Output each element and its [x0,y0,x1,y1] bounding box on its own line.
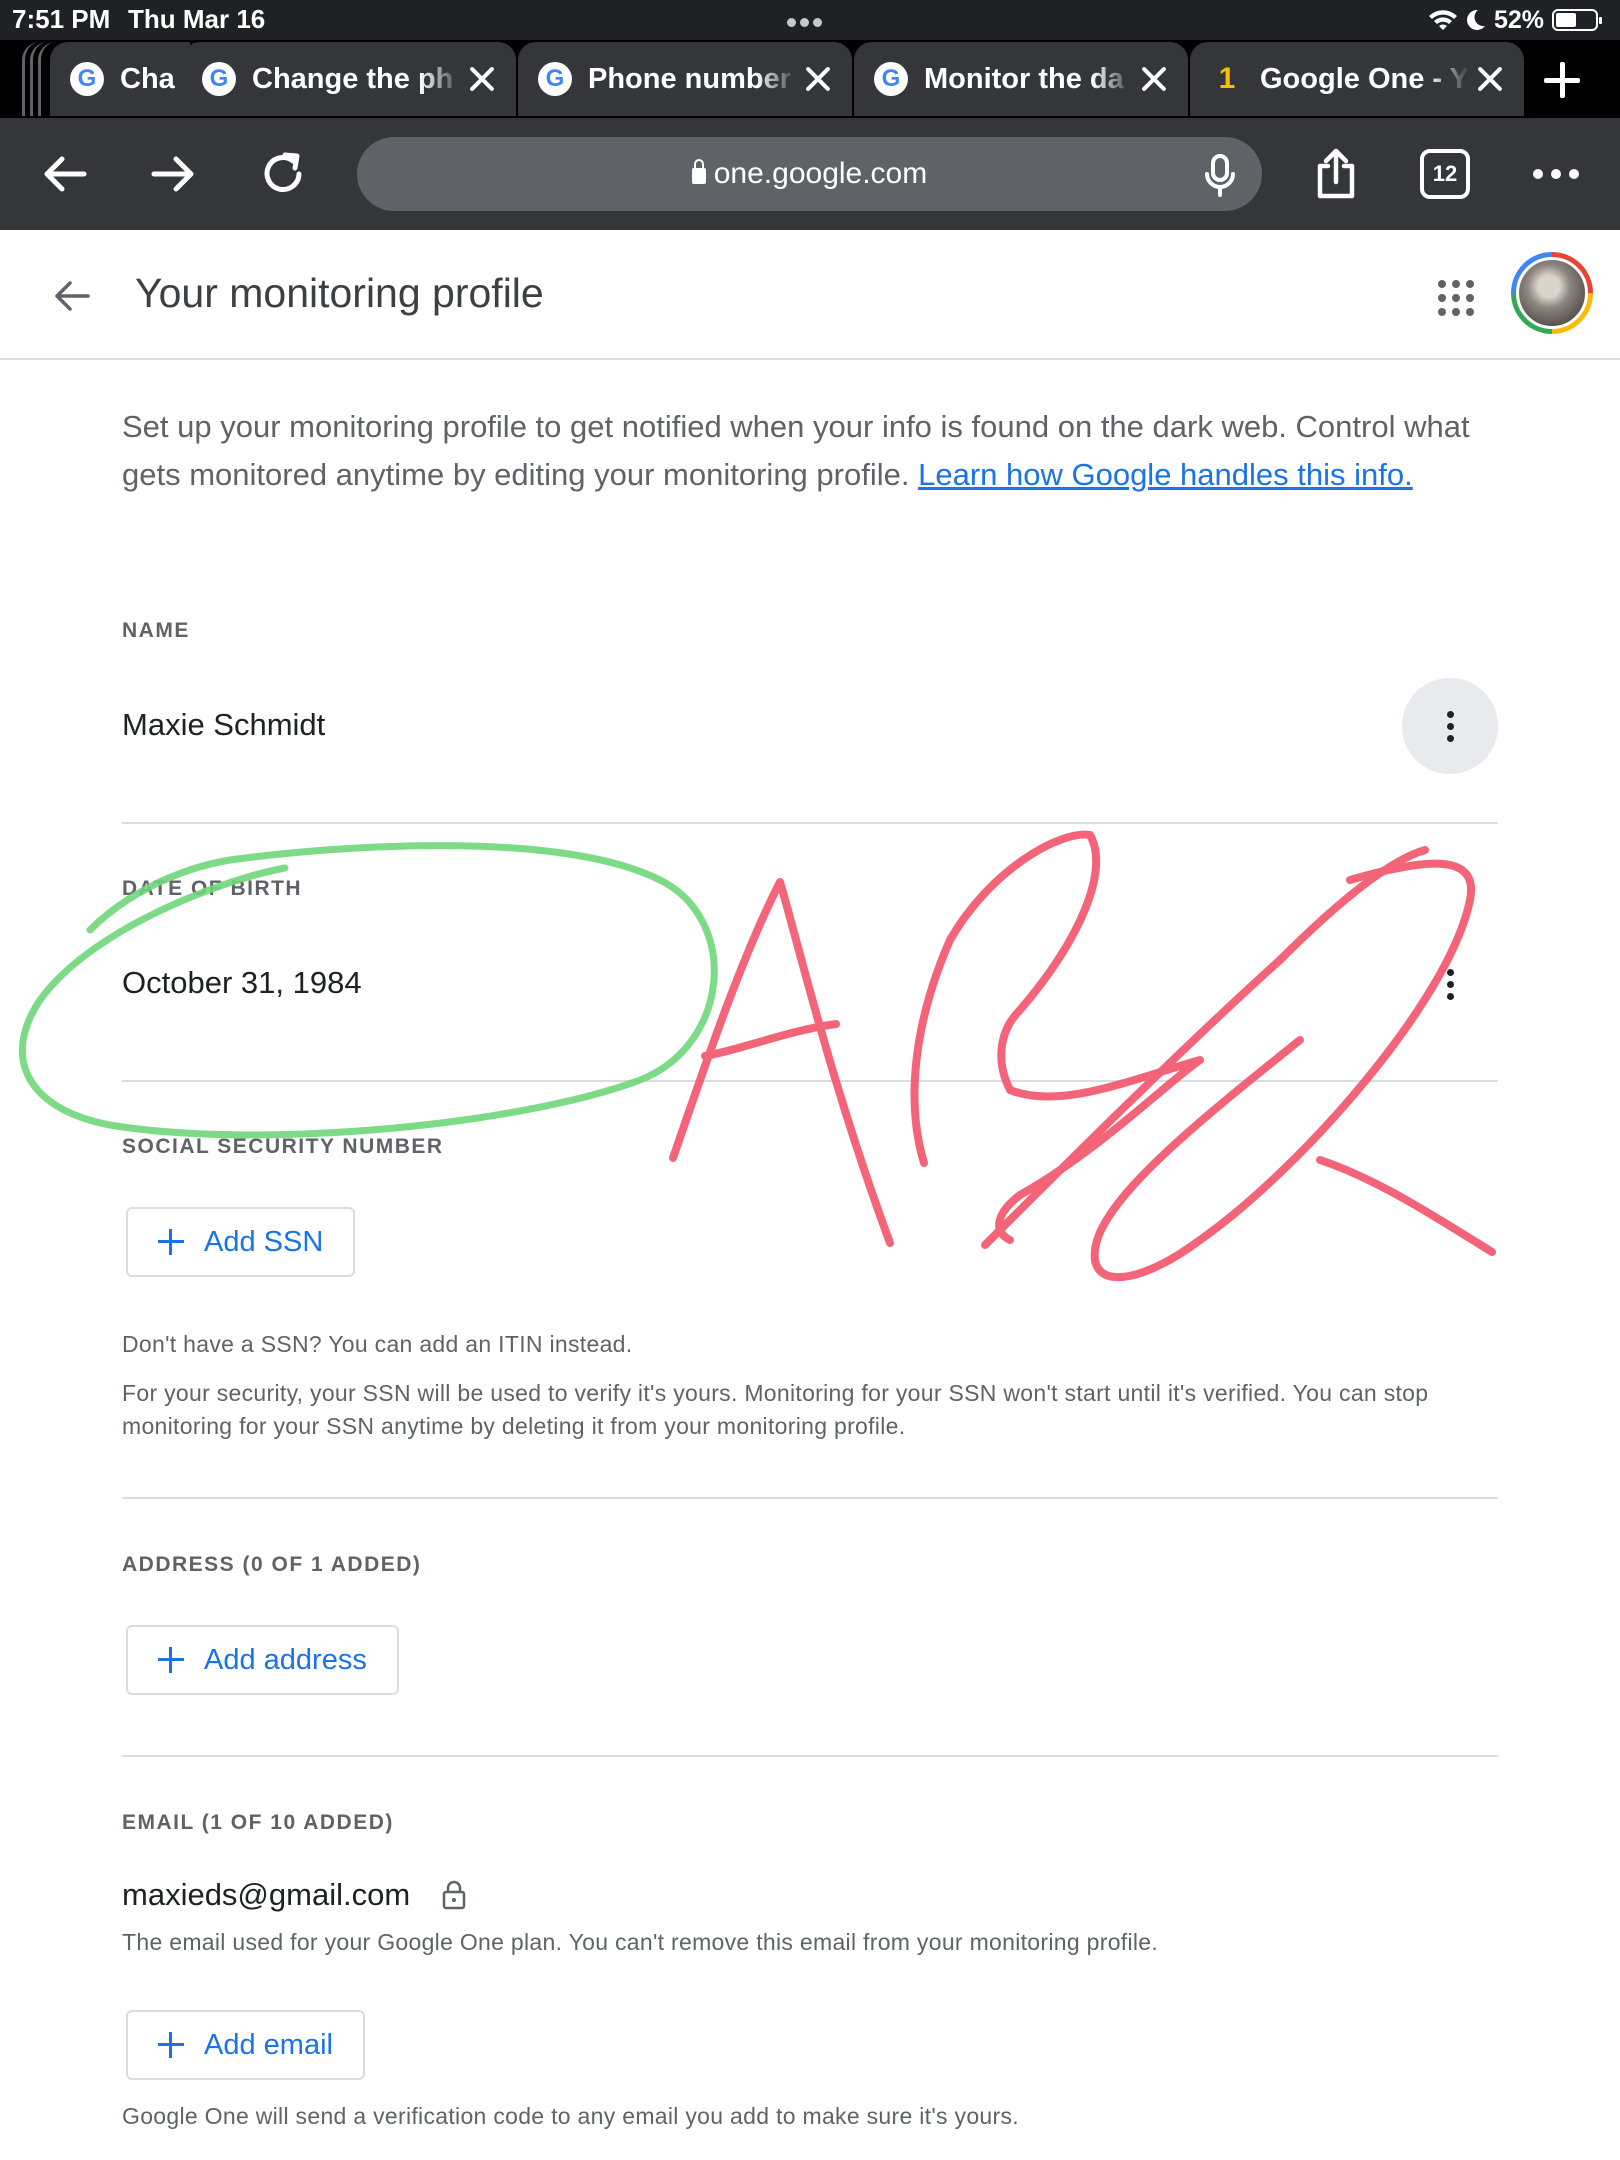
share-icon[interactable] [1308,146,1364,202]
name-value: Maxie Schmidt [122,707,326,742]
dob-value: October 31, 1984 [122,965,362,1000]
new-tab-button[interactable] [1540,58,1588,102]
apps-grid-icon[interactable] [1438,280,1474,316]
moon-icon [1466,9,1485,30]
back-arrow-icon[interactable] [36,146,92,202]
microphone-icon[interactable] [1200,153,1240,197]
ssn-label: SOCIAL SECURITY NUMBER [122,1135,444,1158]
tab-4[interactable]: G Monitor the da [854,42,1188,116]
close-tab-icon[interactable] [798,59,838,99]
red-scribble-annotation [669,830,1496,1282]
lock-icon [691,159,706,184]
forward-arrow-icon[interactable] [146,146,202,202]
plus-icon [158,1229,184,1255]
email-note: The email used for your Google One plan.… [122,1929,1159,1955]
divider [122,1755,1498,1757]
add-address-label: Add address [204,1643,367,1676]
battery-icon [1552,9,1602,31]
close-tab-icon[interactable] [1134,59,1174,99]
tab-2[interactable]: G Change the ph [182,42,516,116]
email-label: EMAIL (1 OF 10 ADDED) [122,1811,394,1834]
email-value: maxieds@gmail.com [122,1877,411,1912]
plus-icon [158,2032,184,2058]
divider [122,1497,1498,1499]
itin-note: Don't have a SSN? You can add an ITIN in… [122,1331,633,1357]
avatar[interactable] [1511,252,1593,334]
multitasking-dots-icon[interactable] [787,14,832,27]
wifi-icon [1428,10,1457,30]
name-more-icon[interactable] [1402,678,1498,774]
email-verify-note: Google One will send a verification code… [122,2103,1019,2129]
google-g-icon: G [202,62,236,96]
divider [122,1080,1498,1082]
app-header: Your monitoring profile [0,230,1620,360]
plus-icon [158,1647,184,1673]
add-ssn-button[interactable]: Add SSN [126,1207,356,1277]
google-one-icon: 1 [1218,62,1236,95]
more-options-icon[interactable] [1528,146,1584,202]
tab-1[interactable]: G Cha [50,42,190,116]
add-email-label: Add email [204,2028,333,2061]
browser-toolbar: one.google.com 12 [0,118,1620,230]
add-email-button[interactable]: Add email [126,2010,365,2080]
ssn-security-note: For your security, your SSN will be used… [122,1380,1429,1439]
learn-more-link[interactable]: Learn how Google handles this info. [918,457,1413,492]
address-label: ADDRESS (0 OF 1 ADDED) [122,1553,422,1576]
intro-text: Set up your monitoring profile to get no… [122,403,1502,499]
status-bar: 7:51 PM Thu Mar 16 52% [0,0,1620,40]
status-time: 7:51 PM [12,4,111,34]
divider [122,822,1498,824]
tab-title: Change the ph [252,62,454,95]
tab-title: Monitor the da [924,62,1124,95]
dob-more-icon[interactable] [1402,936,1498,1032]
tab-strip: G Cha G Change the ph G Phone number G M… [0,40,1620,118]
back-arrow-icon[interactable] [48,272,96,320]
status-date: Thu Mar 16 [128,4,266,34]
lock-icon [442,1880,466,1910]
battery-percent: 52% [1493,5,1544,34]
google-g-icon: G [70,62,104,96]
google-g-icon: G [874,62,908,96]
tab-title: Google One - Y [1260,62,1469,95]
tab-active[interactable]: 1 Google One - Y [1190,42,1524,116]
tab-title: Phone number [588,62,792,95]
close-tab-icon[interactable] [1470,59,1510,99]
tab-switcher-button[interactable]: 12 [1420,149,1470,199]
google-g-icon: G [538,62,572,96]
add-ssn-label: Add SSN [204,1225,324,1258]
url-text: one.google.com [713,157,928,190]
add-address-button[interactable]: Add address [126,1625,399,1695]
tab-title: Cha [120,62,175,95]
name-label: NAME [122,619,190,642]
reload-icon[interactable] [255,146,311,202]
page-title: Your monitoring profile [135,270,544,316]
address-bar[interactable]: one.google.com [357,137,1262,211]
dob-label: DATE OF BIRTH [122,877,303,900]
close-tab-icon[interactable] [462,59,502,99]
tab-3[interactable]: G Phone number [518,42,852,116]
